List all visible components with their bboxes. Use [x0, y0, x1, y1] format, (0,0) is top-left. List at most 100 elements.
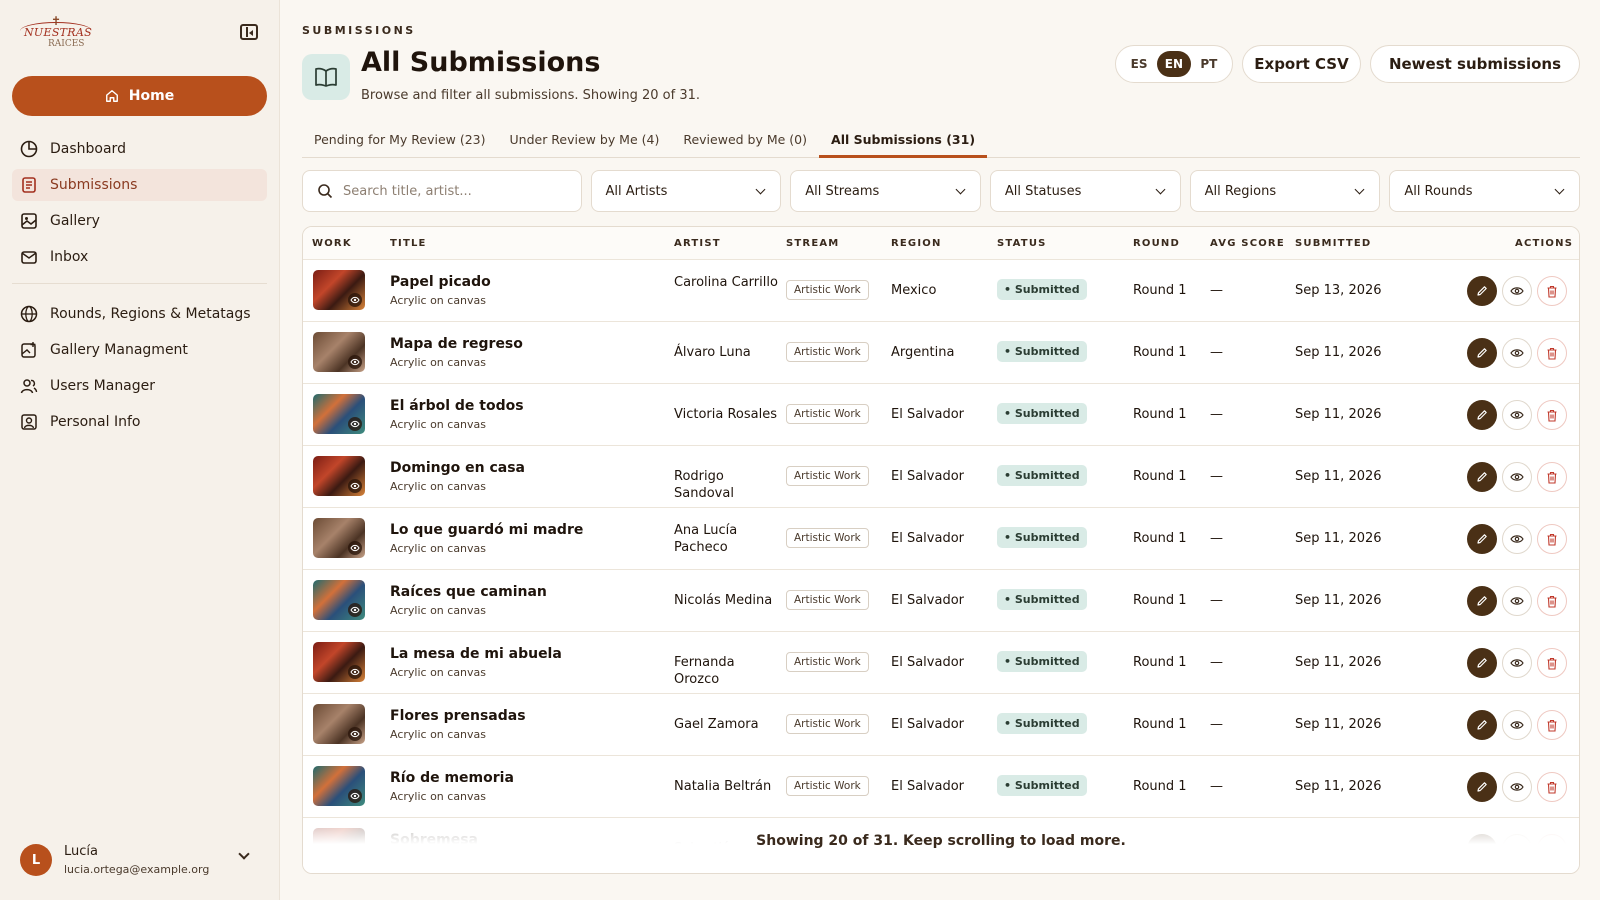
app-logo[interactable]: ✝ NUESTRAS RAICES — [18, 14, 94, 52]
work-title[interactable]: La mesa de mi abuela — [390, 646, 562, 662]
delete-button[interactable] — [1537, 524, 1567, 554]
view-button[interactable] — [1502, 648, 1532, 678]
tab-all-submissions[interactable]: All Submissions (31) — [819, 128, 988, 158]
view-button[interactable] — [1502, 338, 1532, 368]
delete-button[interactable] — [1537, 648, 1567, 678]
work-title[interactable]: Mapa de regreso — [390, 336, 523, 352]
lang-pt-button[interactable]: PT — [1192, 51, 1225, 77]
edit-button[interactable] — [1467, 462, 1497, 492]
sidebar-item-gallery[interactable]: Gallery — [12, 205, 267, 237]
search-input[interactable] — [343, 183, 563, 199]
sidebar-item-personal-info[interactable]: Personal Info — [12, 406, 267, 438]
region-cell: El Salvador — [891, 593, 964, 608]
lang-en-button[interactable]: EN — [1156, 51, 1192, 77]
delete-button[interactable] — [1537, 276, 1567, 306]
work-title[interactable]: Flores prensadas — [390, 708, 526, 724]
sort-newest-button[interactable]: Newest submissions — [1370, 45, 1580, 83]
view-button[interactable] — [1502, 400, 1532, 430]
edit-button[interactable] — [1467, 400, 1497, 430]
view-button[interactable] — [1502, 524, 1532, 554]
work-title[interactable]: Raíces que caminan — [390, 584, 547, 600]
table-row[interactable]: Lo que guardó mi madre Acrylic on canvas… — [303, 508, 1579, 570]
rounds-select[interactable]: All Rounds — [1389, 170, 1581, 212]
tab-under-review[interactable]: Under Review by Me (4) — [498, 128, 672, 158]
artwork-thumbnail[interactable] — [313, 518, 365, 558]
sidebar-item-rounds-regions[interactable]: Rounds, Regions & Metatags — [12, 298, 267, 330]
edit-button[interactable] — [1467, 338, 1497, 368]
region-cell: El Salvador — [891, 531, 964, 546]
sidebar-item-dashboard[interactable]: Dashboard — [12, 133, 267, 165]
view-button[interactable] — [1502, 772, 1532, 802]
status-badge: • Submitted — [997, 403, 1087, 424]
delete-button[interactable] — [1537, 338, 1567, 368]
artists-select[interactable]: All Artists — [590, 170, 782, 212]
delete-button[interactable] — [1537, 462, 1567, 492]
artwork-thumbnail[interactable] — [313, 270, 365, 310]
tab-reviewed[interactable]: Reviewed by Me (0) — [671, 128, 819, 158]
edit-button[interactable] — [1467, 276, 1497, 306]
avg-score-cell: — — [1210, 717, 1223, 732]
export-csv-button[interactable]: Export CSV — [1242, 45, 1361, 83]
chevron-down-icon[interactable] — [238, 848, 250, 860]
inbox-icon — [20, 248, 38, 266]
work-title[interactable]: Domingo en casa — [390, 460, 525, 476]
delete-button[interactable] — [1537, 710, 1567, 740]
column-header: ARTIST — [674, 238, 721, 249]
regions-select[interactable]: All Regions — [1189, 170, 1381, 212]
artwork-thumbnail[interactable] — [313, 642, 365, 682]
artwork-thumbnail[interactable] — [313, 766, 365, 806]
edit-button[interactable] — [1467, 524, 1497, 554]
table-row[interactable]: Río de memoria Acrylic on canvas Natalia… — [303, 756, 1579, 818]
page-eyebrow: SUBMISSIONS — [302, 24, 416, 37]
preview-eye-icon — [348, 727, 362, 741]
round-cell: Round 1 — [1133, 345, 1187, 360]
collapse-sidebar-icon[interactable] — [240, 24, 258, 40]
artwork-thumbnail[interactable] — [313, 580, 365, 620]
table-row[interactable]: Domingo en casa Acrylic on canvas Rodrig… — [303, 446, 1579, 508]
trash-icon — [1547, 533, 1557, 546]
pencil-icon — [1477, 410, 1487, 420]
artist-name: Álvaro Luna — [674, 345, 751, 360]
artwork-thumbnail[interactable] — [313, 394, 365, 434]
edit-button[interactable] — [1467, 710, 1497, 740]
table-row[interactable]: Papel picado Acrylic on canvas Carolina … — [303, 260, 1579, 322]
column-header: WORK — [312, 238, 352, 249]
table-row[interactable]: Flores prensadas Acrylic on canvas Gael … — [303, 694, 1579, 756]
table-row[interactable]: El árbol de todos Acrylic on canvas Vict… — [303, 384, 1579, 446]
work-title[interactable]: Papel picado — [390, 274, 491, 290]
sidebar-item-gallery-management[interactable]: Gallery Managment — [12, 334, 267, 366]
sidebar-item-inbox[interactable]: Inbox — [12, 241, 267, 273]
lang-es-button[interactable]: ES — [1123, 51, 1156, 77]
work-title[interactable]: El árbol de todos — [390, 398, 524, 414]
delete-button[interactable] — [1537, 586, 1567, 616]
streams-select[interactable]: All Streams — [790, 170, 981, 212]
edit-button[interactable] — [1467, 772, 1497, 802]
edit-button[interactable] — [1467, 648, 1497, 678]
avg-score-cell: — — [1210, 407, 1223, 422]
work-title[interactable]: Lo que guardó mi madre — [390, 522, 583, 538]
sidebar-item-submissions[interactable]: Submissions — [12, 169, 267, 201]
delete-button[interactable] — [1537, 772, 1567, 802]
view-button[interactable] — [1502, 586, 1532, 616]
gallery-manage-icon — [20, 341, 38, 359]
eye-icon — [1510, 411, 1524, 419]
view-button[interactable] — [1502, 462, 1532, 492]
table-row[interactable]: Mapa de regreso Acrylic on canvas Álvaro… — [303, 322, 1579, 384]
view-button[interactable] — [1502, 276, 1532, 306]
statuses-select[interactable]: All Statuses — [989, 170, 1181, 212]
work-medium: Acrylic on canvas — [390, 604, 487, 617]
view-button[interactable] — [1502, 710, 1532, 740]
table-row[interactable]: La mesa de mi abuela Acrylic on canvas F… — [303, 632, 1579, 694]
table-row[interactable]: Raíces que caminan Acrylic on canvas Nic… — [303, 570, 1579, 632]
home-button[interactable]: Home — [12, 76, 267, 116]
edit-button[interactable] — [1467, 586, 1497, 616]
artwork-thumbnail[interactable] — [313, 704, 365, 744]
artwork-thumbnail[interactable] — [313, 456, 365, 496]
delete-button[interactable] — [1537, 400, 1567, 430]
work-title[interactable]: Río de memoria — [390, 770, 514, 786]
user-menu[interactable]: L Lucía lucia.ortega@example.org — [18, 842, 263, 882]
tab-pending-review[interactable]: Pending for My Review (23) — [302, 128, 498, 158]
trash-icon — [1547, 719, 1557, 732]
artwork-thumbnail[interactable] — [313, 332, 365, 372]
sidebar-item-users-manager[interactable]: Users Manager — [12, 370, 267, 402]
